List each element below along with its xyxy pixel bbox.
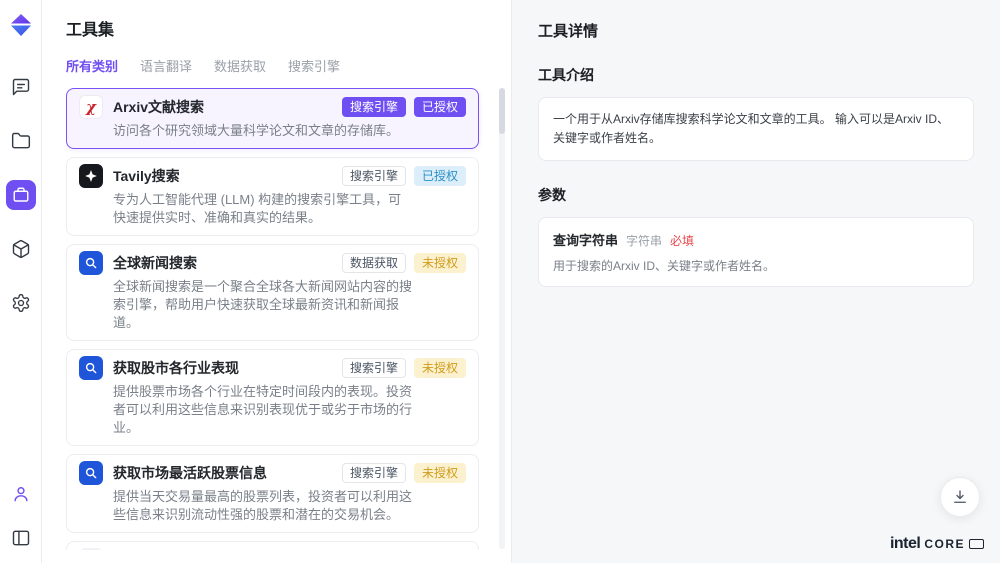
tool-title: 获取股市各行业表现 — [113, 358, 239, 378]
tab-search-engine[interactable]: 搜索引擎 — [288, 56, 340, 75]
tool-title: Arxiv文献搜索 — [113, 97, 204, 117]
tool-description: 提供股票市场各个行业在特定时间段内的表现。投资者可以利用这些信息来识别表现优于或… — [113, 383, 413, 437]
gear-icon — [11, 293, 31, 313]
sidebar-toggle-icon — [11, 528, 31, 548]
card-head: 获取市场最活跃股票信息 搜索引擎 未授权 — [79, 460, 466, 486]
tool-description: 专为人工智能代理 (LLM) 构建的搜索引擎工具，可快速提供实时、准确和真实的结… — [113, 191, 413, 227]
page-title: 工具集 — [66, 16, 491, 40]
tool-card-global-news[interactable]: 全球新闻搜索 数据获取 未授权 全球新闻搜索是一个聚合全球各大新闻网站内容的搜索… — [66, 244, 479, 341]
sidebar-nav — [6, 72, 36, 318]
auth-badge: 未授权 — [414, 463, 466, 483]
tool-list: Arxiv文献搜索 搜索引擎 已授权 访问各个研究领域大量科学论文和文章的存储库… — [66, 88, 491, 550]
juhe-search-icon — [79, 356, 103, 380]
scrollbar-track[interactable] — [499, 88, 505, 549]
download-button[interactable] — [940, 477, 980, 517]
card-head: 全球新闻搜索 数据获取 未授权 — [79, 250, 466, 276]
param-description: 用于搜索的Arxiv ID、关键字或作者姓名。 — [553, 257, 959, 274]
category-badge: 搜索引擎 — [342, 97, 406, 117]
category-badge: 搜索引擎 — [342, 166, 406, 186]
detail-title: 工具详情 — [538, 20, 974, 41]
scrollbar-thumb[interactable] — [499, 88, 505, 134]
card-head: Tavily搜索 搜索引擎 已授权 — [79, 163, 466, 189]
briefcase-icon — [12, 186, 30, 204]
tool-detail-panel: 工具详情 工具介绍 一个用于从Arxiv存储库搜索科学论文和文章的工具。 输入可… — [512, 0, 1000, 563]
auth-badge: 已授权 — [414, 97, 466, 117]
tool-list-panel: 工具集 所有类别 语言翻译 数据获取 搜索引擎 Arxiv文献搜索 搜索引擎 已… — [42, 0, 512, 563]
tool-description: 访问各个研究领域大量科学论文和文章的存储库。 — [113, 122, 413, 140]
sidebar-item-settings[interactable] — [6, 288, 36, 318]
tool-card-arxiv[interactable]: Arxiv文献搜索 搜索引擎 已授权 访问各个研究领域大量科学论文和文章的存储库… — [66, 88, 479, 149]
juhe-search-icon — [79, 461, 103, 485]
param-required-badge: 必填 — [670, 232, 694, 249]
auth-badge: 未授权 — [414, 358, 466, 378]
param-box: 查询字符串 字符串 必填 用于搜索的Arxiv ID、关键字或作者姓名。 — [538, 217, 974, 287]
tab-data-fetch[interactable]: 数据获取 — [214, 56, 266, 75]
app-logo[interactable] — [8, 12, 34, 38]
param-type: 字符串 — [626, 232, 662, 249]
param-name: 查询字符串 — [553, 230, 618, 249]
sidebar-item-models[interactable] — [6, 234, 36, 264]
card-head: 万维地区新闻查询 搜索引擎 未授权 — [79, 547, 466, 550]
core-tier-box — [969, 539, 984, 549]
app-window: 工具集 所有类别 语言翻译 数据获取 搜索引擎 Arxiv文献搜索 搜索引擎 已… — [0, 0, 1000, 563]
arxiv-icon — [79, 95, 103, 119]
param-head: 查询字符串 字符串 必填 — [553, 230, 959, 249]
category-tabs: 所有类别 语言翻译 数据获取 搜索引擎 — [66, 56, 491, 75]
tool-description: 全球新闻搜索是一个聚合全球各大新闻网站内容的搜索引擎，帮助用户快速获取全球最新资… — [113, 278, 413, 332]
tab-language-translation[interactable]: 语言翻译 — [140, 56, 192, 75]
intro-section-title: 工具介绍 — [538, 65, 974, 85]
auth-badge: 未授权 — [414, 253, 466, 273]
card-head: Arxiv文献搜索 搜索引擎 已授权 — [79, 94, 466, 120]
sidebar-item-user[interactable] — [6, 479, 36, 509]
sidebar-item-tools[interactable] — [6, 180, 36, 210]
intel-core-logo: intel CORE — [890, 535, 984, 553]
tool-title: 全球新闻搜索 — [113, 253, 197, 273]
badges: 数据获取 未授权 — [342, 253, 466, 273]
sidebar-item-chat[interactable] — [6, 72, 36, 102]
category-badge: 数据获取 — [342, 253, 406, 273]
chat-icon — [11, 77, 31, 97]
tool-card-tavily[interactable]: Tavily搜索 搜索引擎 已授权 专为人工智能代理 (LLM) 构建的搜索引擎… — [66, 157, 479, 236]
tool-intro-box: 一个用于从Arxiv存储库搜索科学论文和文章的工具。 输入可以是Arxiv ID… — [538, 97, 974, 161]
category-badge: 搜索引擎 — [342, 358, 406, 378]
sidebar-bottom — [6, 479, 36, 553]
tool-title: Tavily搜索 — [113, 166, 180, 186]
download-icon — [951, 488, 969, 506]
badges: 搜索引擎 未授权 — [342, 463, 466, 483]
tool-card-most-active-stocks[interactable]: 获取市场最活跃股票信息 搜索引擎 未授权 提供当天交易量最高的股票列表，投资者可… — [66, 454, 479, 533]
user-icon — [11, 484, 31, 504]
folder-icon — [11, 131, 31, 151]
tool-intro-text: 一个用于从Arxiv存储库搜索科学论文和文章的工具。 输入可以是Arxiv ID… — [553, 110, 959, 148]
badges: 搜索引擎 未授权 — [342, 358, 466, 378]
tool-title: 获取市场最活跃股票信息 — [113, 463, 267, 483]
params-section-title: 参数 — [538, 185, 974, 205]
category-badge: 搜索引擎 — [342, 463, 406, 483]
sidebar — [0, 0, 42, 563]
tool-card-sector-performance[interactable]: 获取股市各行业表现 搜索引擎 未授权 提供股票市场各个行业在特定时间段内的表现。… — [66, 349, 479, 446]
sidebar-item-panel-toggle[interactable] — [6, 523, 36, 553]
badges: 搜索引擎 已授权 — [342, 166, 466, 186]
badges: 搜索引擎 已授权 — [342, 97, 466, 117]
card-head: 获取股市各行业表现 搜索引擎 未授权 — [79, 355, 466, 381]
juhe-search-icon — [79, 251, 103, 275]
tool-description: 提供当天交易量最高的股票列表，投资者可以利用这些信息来识别流动性强的股票和潜在的… — [113, 488, 413, 524]
auth-badge: 已授权 — [414, 166, 466, 186]
tab-all-categories[interactable]: 所有类别 — [66, 56, 118, 75]
tavily-icon — [79, 164, 103, 188]
core-wordmark: CORE — [924, 537, 965, 551]
sidebar-item-files[interactable] — [6, 126, 36, 156]
news-doc-icon — [79, 548, 103, 550]
tool-card-regional-news[interactable]: 万维地区新闻查询 搜索引擎 未授权 查询具体行政区划内的新闻，快速了解各地新闻动 — [66, 541, 479, 550]
cube-icon — [11, 239, 31, 259]
intel-wordmark: intel — [890, 535, 920, 553]
